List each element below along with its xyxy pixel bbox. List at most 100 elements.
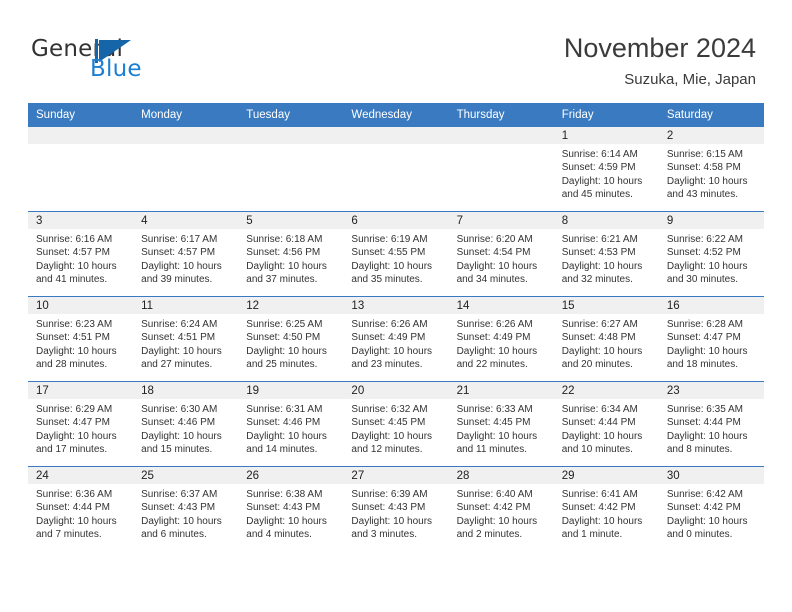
calendar-day-cell[interactable]: 13 Sunrise: 6:26 AM Sunset: 4:49 PM Dayligh…: [343, 296, 449, 382]
day-detail-sunset: Sunset: 4:57 PM: [36, 247, 110, 259]
weekday-header-monday: Monday: [133, 103, 239, 127]
day-cell-inner: 25 Sunrise: 6:37 AM Sunset: 4:43 PM Dayligh…: [133, 467, 239, 551]
day-cell-details: Sunrise: 6:17 AM Sunset: 4:57 PM Daylight:…: [133, 229, 238, 287]
day-number: 4: [133, 212, 239, 229]
day-detail-daylight-2: and 30 minutes.: [666, 274, 739, 286]
day-number: 26: [238, 467, 344, 484]
calendar-day-cell[interactable]: 6 Sunrise: 6:19 AM Sunset: 4:55 PM Daylight…: [343, 211, 449, 297]
day-detail-sunset: Sunset: 4:51 PM: [36, 332, 110, 344]
day-cell-inner: 20 Sunrise: 6:32 AM Sunset: 4:45 PM Dayligh…: [343, 382, 449, 466]
day-detail-sunrise: Sunrise: 6:39 AM: [351, 489, 428, 500]
calendar-day-cell[interactable]: 1 Sunrise: 6:14 AM Sunset: 4:59 PM Daylight…: [553, 126, 659, 212]
day-number: 23: [658, 382, 764, 399]
calendar-day-cell[interactable]: 7 Sunrise: 6:20 AM Sunset: 4:54 PM Daylight…: [448, 211, 554, 297]
day-cell-details: Sunrise: 6:27 AM Sunset: 4:48 PM Daylight:…: [554, 314, 659, 372]
calendar-day-cell-empty: [343, 126, 449, 212]
calendar-day-cell[interactable]: 23 Sunrise: 6:35 AM Sunset: 4:44 PM Dayligh…: [658, 381, 764, 467]
day-number: 10: [28, 297, 134, 314]
calendar-day-cell[interactable]: 18 Sunrise: 6:30 AM Sunset: 4:46 PM Dayligh…: [133, 381, 239, 467]
calendar-day-cell[interactable]: 14 Sunrise: 6:26 AM Sunset: 4:49 PM Dayligh…: [448, 296, 554, 382]
calendar-day-cell[interactable]: 8 Sunrise: 6:21 AM Sunset: 4:53 PM Daylight…: [553, 211, 659, 297]
calendar-day-cell[interactable]: 21 Sunrise: 6:33 AM Sunset: 4:45 PM Dayligh…: [448, 381, 554, 467]
weekday-header-saturday: Saturday: [658, 103, 764, 127]
day-cell-details: Sunrise: 6:38 AM Sunset: 4:43 PM Daylight:…: [238, 484, 343, 542]
day-detail-daylight-2: and 39 minutes.: [141, 274, 213, 286]
day-detail-daylight-1: Daylight: 10 hours: [246, 430, 327, 442]
day-cell-inner: 24 Sunrise: 6:36 AM Sunset: 4:44 PM Dayligh…: [28, 467, 134, 551]
day-cell-details: [133, 144, 238, 148]
calendar-day-cell[interactable]: 30 Sunrise: 6:42 AM Sunset: 4:42 PM Dayligh…: [658, 466, 764, 551]
day-detail-sunrise: Sunrise: 6:23 AM: [36, 319, 113, 330]
page-title: November 2024: [563, 33, 756, 63]
day-detail-daylight-1: Daylight: 10 hours: [351, 515, 433, 527]
day-detail-sunset: Sunset: 4:52 PM: [666, 247, 741, 259]
calendar-day-cell[interactable]: 19 Sunrise: 6:31 AM Sunset: 4:46 PM Dayligh…: [238, 381, 344, 467]
calendar-day-cell[interactable]: 15 Sunrise: 6:27 AM Sunset: 4:48 PM Dayligh…: [553, 296, 659, 382]
day-detail-sunset: Sunset: 4:48 PM: [561, 332, 636, 344]
day-detail-sunrise: Sunrise: 6:26 AM: [456, 319, 533, 330]
day-number: 28: [448, 467, 554, 484]
calendar-week-row: 1 Sunrise: 6:14 AM Sunset: 4:59 PM Daylight…: [28, 126, 764, 212]
day-number: 15: [553, 297, 659, 314]
day-cell-details: Sunrise: 6:22 AM Sunset: 4:52 PM Daylight:…: [659, 229, 764, 287]
calendar-page: General Blue November 2024 Suzuka, Mie, …: [0, 0, 792, 612]
calendar-day-cell[interactable]: 3 Sunrise: 6:16 AM Sunset: 4:57 PM Daylight…: [28, 211, 134, 297]
calendar-day-cell[interactable]: 17 Sunrise: 6:29 AM Sunset: 4:47 PM Dayligh…: [28, 381, 134, 467]
day-detail-sunset: Sunset: 4:44 PM: [561, 417, 636, 429]
day-detail-daylight-1: Daylight: 10 hours: [141, 515, 222, 527]
day-detail-sunrise: Sunrise: 6:31 AM: [246, 404, 323, 415]
day-cell-inner: [343, 127, 449, 211]
day-detail-daylight-2: and 18 minutes.: [666, 359, 739, 371]
day-detail-daylight-2: and 43 minutes.: [666, 189, 739, 201]
day-cell-inner: [238, 127, 344, 211]
day-detail-daylight-2: and 32 minutes.: [561, 274, 633, 286]
day-detail-sunset: Sunset: 4:47 PM: [666, 332, 741, 344]
day-detail-daylight-1: Daylight: 10 hours: [141, 430, 222, 442]
calendar-week-row: 17 Sunrise: 6:29 AM Sunset: 4:47 PM Dayligh…: [28, 381, 764, 467]
day-cell-details: Sunrise: 6:37 AM Sunset: 4:43 PM Daylight:…: [133, 484, 238, 542]
day-cell-inner: 12 Sunrise: 6:25 AM Sunset: 4:50 PM Dayligh…: [238, 297, 344, 381]
calendar-day-cell[interactable]: 10 Sunrise: 6:23 AM Sunset: 4:51 PM Dayligh…: [28, 296, 134, 382]
day-cell-inner: 27 Sunrise: 6:39 AM Sunset: 4:43 PM Dayligh…: [343, 467, 449, 551]
day-detail-sunset: Sunset: 4:45 PM: [456, 417, 531, 429]
calendar-day-cell[interactable]: 5 Sunrise: 6:18 AM Sunset: 4:56 PM Daylight…: [238, 211, 344, 297]
day-number: 1: [553, 127, 659, 144]
calendar-grid: Sunday Monday Tuesday Wednesday Thursday…: [28, 103, 764, 551]
day-detail-sunset: Sunset: 4:42 PM: [666, 502, 741, 514]
calendar-day-cell[interactable]: 9 Sunrise: 6:22 AM Sunset: 4:52 PM Daylight…: [658, 211, 764, 297]
day-number: 5: [238, 212, 344, 229]
day-cell-inner: 2 Sunrise: 6:15 AM Sunset: 4:58 PM Daylight…: [658, 127, 764, 211]
calendar-day-cell[interactable]: 24 Sunrise: 6:36 AM Sunset: 4:44 PM Dayligh…: [28, 466, 134, 551]
day-detail-sunrise: Sunrise: 6:40 AM: [456, 489, 533, 500]
calendar-day-cell-empty: [448, 126, 554, 212]
calendar-day-cell-empty: [133, 126, 239, 212]
day-cell-details: Sunrise: 6:34 AM Sunset: 4:44 PM Daylight:…: [554, 399, 659, 457]
calendar-day-cell[interactable]: 28 Sunrise: 6:40 AM Sunset: 4:42 PM Dayligh…: [448, 466, 554, 551]
day-detail-daylight-2: and 17 minutes.: [36, 444, 108, 456]
day-number: 29: [553, 467, 659, 484]
calendar-day-cell[interactable]: 2 Sunrise: 6:15 AM Sunset: 4:58 PM Daylight…: [658, 126, 764, 212]
calendar-day-cell[interactable]: 11 Sunrise: 6:24 AM Sunset: 4:51 PM Dayligh…: [133, 296, 239, 382]
day-cell-inner: 10 Sunrise: 6:23 AM Sunset: 4:51 PM Dayligh…: [28, 297, 134, 381]
day-cell-inner: 8 Sunrise: 6:21 AM Sunset: 4:53 PM Daylight…: [553, 212, 659, 296]
day-detail-daylight-1: Daylight: 10 hours: [141, 345, 222, 357]
calendar-day-cell[interactable]: 22 Sunrise: 6:34 AM Sunset: 4:44 PM Dayligh…: [553, 381, 659, 467]
calendar-day-cell[interactable]: 25 Sunrise: 6:37 AM Sunset: 4:43 PM Dayligh…: [133, 466, 239, 551]
day-detail-daylight-2: and 6 minutes.: [141, 529, 207, 541]
calendar-day-cell[interactable]: 20 Sunrise: 6:32 AM Sunset: 4:45 PM Dayligh…: [343, 381, 449, 467]
calendar-day-cell[interactable]: 26 Sunrise: 6:38 AM Sunset: 4:43 PM Dayligh…: [238, 466, 344, 551]
calendar-day-cell[interactable]: 29 Sunrise: 6:41 AM Sunset: 4:42 PM Dayligh…: [553, 466, 659, 551]
general-blue-logo[interactable]: General Blue: [31, 36, 201, 84]
day-cell-details: Sunrise: 6:23 AM Sunset: 4:51 PM Daylight:…: [28, 314, 133, 372]
day-number: 20: [343, 382, 449, 399]
day-detail-sunrise: Sunrise: 6:35 AM: [666, 404, 743, 415]
day-detail-daylight-1: Daylight: 10 hours: [666, 345, 748, 357]
day-cell-inner: 23 Sunrise: 6:35 AM Sunset: 4:44 PM Dayligh…: [658, 382, 764, 466]
calendar-day-cell[interactable]: 27 Sunrise: 6:39 AM Sunset: 4:43 PM Dayligh…: [343, 466, 449, 551]
day-cell-inner: 9 Sunrise: 6:22 AM Sunset: 4:52 PM Daylight…: [658, 212, 764, 296]
calendar-day-cell[interactable]: 12 Sunrise: 6:25 AM Sunset: 4:50 PM Dayligh…: [238, 296, 344, 382]
calendar-day-cell[interactable]: 4 Sunrise: 6:17 AM Sunset: 4:57 PM Daylight…: [133, 211, 239, 297]
calendar-day-cell[interactable]: 16 Sunrise: 6:28 AM Sunset: 4:47 PM Dayligh…: [658, 296, 764, 382]
location-subtitle: Suzuka, Mie, Japan: [624, 71, 756, 88]
day-cell-inner: 29 Sunrise: 6:41 AM Sunset: 4:42 PM Dayligh…: [553, 467, 659, 551]
